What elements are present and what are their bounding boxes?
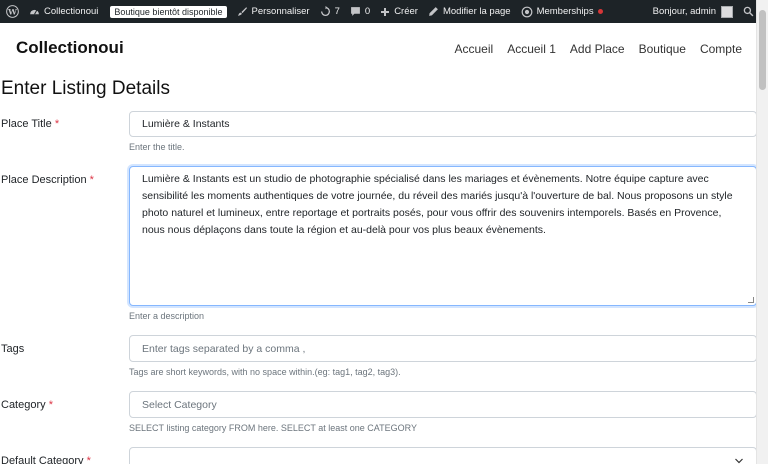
scrollbar-thumb[interactable] — [759, 10, 766, 90]
category-placeholder: Select Category — [142, 398, 217, 411]
store-badge-label: Boutique bientôt disponible — [110, 5, 227, 18]
page-title: Enter Listing Details — [1, 78, 170, 99]
place-description-label-text: Place Description — [1, 174, 87, 186]
tags-placeholder: Enter tags separated by a comma , — [142, 342, 306, 355]
updates-count: 7 — [334, 6, 340, 17]
tags-label: Tags — [1, 343, 24, 355]
site-header: Collectionoui Accueil Accueil 1 Add Plac… — [0, 23, 756, 76]
plus-icon — [381, 7, 390, 16]
nav-link-boutique[interactable]: Boutique — [639, 42, 686, 56]
memberships-icon — [521, 6, 532, 17]
place-title-label: Place Title * — [1, 118, 59, 130]
default-category-label: Default Category * — [1, 455, 91, 464]
tags-label-text: Tags — [1, 343, 25, 355]
category-label: Category * — [1, 399, 53, 411]
main-navigation: Accueil Accueil 1 Add Place Boutique Com… — [441, 42, 743, 56]
site-name: Collectionoui — [44, 6, 99, 17]
place-title-label-text: Place Title — [1, 118, 52, 130]
wordpress-logo-icon: W — [6, 5, 19, 18]
tags-input[interactable]: Enter tags separated by a comma , — [129, 335, 757, 362]
place-description-textarea[interactable]: Lumière & Instants est un studio de phot… — [129, 166, 757, 306]
category-help: SELECT listing category FROM here. SELEC… — [129, 423, 417, 433]
comments-button[interactable]: 0 — [345, 0, 375, 23]
search-icon — [743, 6, 754, 17]
customize-label: Personnaliser — [251, 6, 310, 17]
category-select[interactable]: Select Category — [129, 391, 757, 418]
customize-button[interactable]: Personnaliser — [232, 0, 315, 23]
required-mark: * — [54, 118, 60, 130]
default-category-label-text: Default Category — [1, 455, 84, 464]
nav-link-accueil[interactable]: Accueil — [455, 42, 494, 56]
site-title[interactable]: Collectionoui — [16, 38, 124, 58]
place-title-value: Lumière & Instants — [142, 118, 230, 130]
create-new-button[interactable]: Créer — [375, 0, 423, 23]
page-scrollbar[interactable] — [756, 0, 768, 464]
required-mark: * — [86, 455, 91, 464]
create-label: Créer — [394, 6, 418, 17]
required-mark: * — [89, 174, 94, 186]
comment-icon — [350, 7, 360, 16]
chevron-down-icon — [735, 458, 743, 464]
place-title-help: Enter the title. — [129, 142, 185, 152]
wp-admin-bar: W Collectionoui Boutique bientôt disponi… — [0, 0, 768, 23]
refresh-icon — [320, 6, 330, 16]
place-description-value: Lumière & Instants est un studio de phot… — [142, 173, 733, 236]
account-menu[interactable]: Bonjour, admin — [648, 0, 738, 23]
nav-link-compte[interactable]: Compte — [700, 42, 742, 56]
store-status-badge[interactable]: Boutique bientôt disponible — [103, 0, 231, 23]
pencil-icon — [429, 7, 438, 16]
resize-handle[interactable] — [748, 297, 754, 303]
tags-help: Tags are short keywords, with no space w… — [129, 367, 401, 377]
required-mark: * — [48, 399, 53, 411]
place-description-help: Enter a description — [129, 311, 205, 321]
nav-link-add-place[interactable]: Add Place — [570, 42, 625, 56]
nav-link-accueil-1[interactable]: Accueil 1 — [507, 42, 556, 56]
updates-button[interactable]: 7 — [315, 0, 345, 23]
place-description-label: Place Description * — [1, 174, 94, 186]
default-category-select[interactable] — [129, 447, 757, 464]
avatar — [721, 5, 733, 18]
memberships-button[interactable]: Memberships — [516, 0, 608, 23]
svg-text:W: W — [7, 7, 17, 16]
notification-dot — [597, 9, 603, 14]
edit-page-button[interactable]: Modifier la page — [423, 0, 516, 23]
memberships-label: Memberships — [536, 6, 594, 17]
greeting-label: Bonjour, admin — [652, 6, 716, 17]
edit-page-label: Modifier la page — [442, 6, 511, 17]
category-label-text: Category — [1, 399, 46, 411]
dashboard-icon — [30, 9, 39, 15]
site-name-menu[interactable]: Collectionoui — [24, 0, 103, 23]
wordpress-logo-button[interactable]: W — [0, 0, 24, 23]
comments-count: 0 — [364, 6, 371, 17]
brush-icon — [237, 7, 247, 16]
place-title-input[interactable]: Lumière & Instants — [129, 111, 757, 137]
